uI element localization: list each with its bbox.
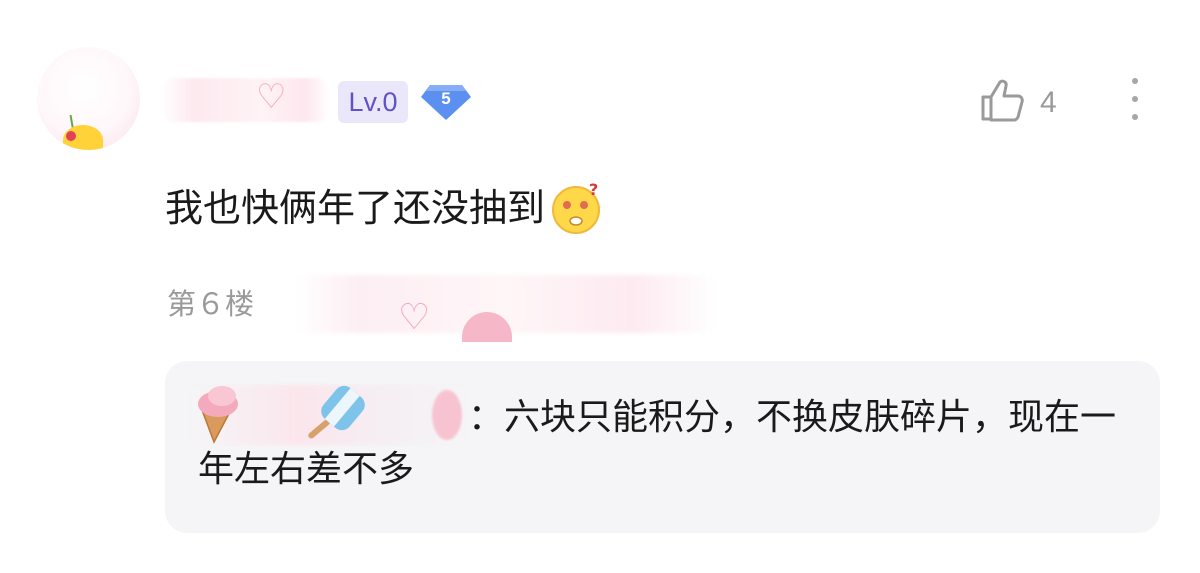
reply-text: ：六块只能积分，不换皮肤碎片，现在一年左右差不多: [198, 392, 1118, 496]
comment-card: ♡ Lv.0 5 4 我也快俩年了还没抽到 ? 第６楼 ♡ ：六块只能积分，不换…: [0, 0, 1200, 573]
avatar[interactable]: [37, 47, 140, 150]
diamond-level: 5: [441, 89, 451, 108]
confused-face-icon: ?: [552, 181, 601, 234]
avatar-cherry: [66, 131, 76, 141]
heart-icon: ♡: [256, 77, 287, 117]
like-count: 4: [1040, 86, 1057, 119]
comment-text: 我也快俩年了还没抽到 ?: [165, 181, 603, 238]
comment-body: 我也快俩年了还没抽到: [165, 186, 546, 230]
username-blurred[interactable]: [160, 78, 330, 122]
level-badge: Lv.0: [338, 81, 408, 123]
heart-decoration-icon: ♡: [398, 297, 431, 338]
more-options-icon[interactable]: [1125, 78, 1145, 124]
thumbs-up-icon[interactable]: [980, 78, 1026, 124]
reply-body: ：六块只能积分，不换皮肤碎片，现在一年左右差不多: [198, 397, 1117, 490]
svg-text:?: ?: [589, 181, 598, 199]
floor-label: 第６楼: [167, 287, 255, 321]
